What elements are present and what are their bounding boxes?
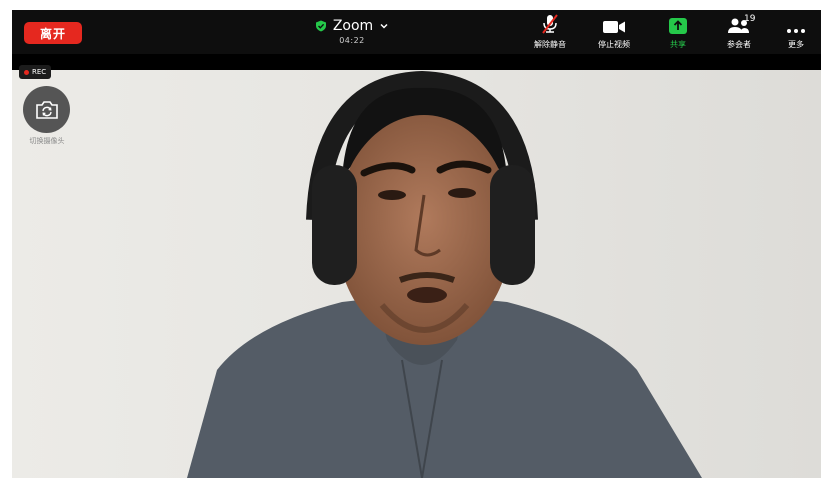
stop-video-label: 停止视频 [598,40,630,49]
more-button[interactable]: 更多 [772,16,820,50]
rec-label: REC [32,68,47,76]
shield-check-icon [315,20,326,32]
meeting-title: Zoom [332,18,374,34]
camera-switch-icon [35,100,58,119]
mic-muted-icon [542,14,558,34]
more-dots-icon [787,29,805,33]
meeting-info[interactable]: Zoom 04:22 [262,18,442,45]
stop-video-button[interactable]: 停止视频 [590,16,638,50]
share-label: 共享 [670,40,686,49]
meeting-window: 离开 Zoom 04:22 解除静音 停止视频 共享 19 参会者 更多 REC… [12,10,821,478]
video-feed [12,70,821,478]
video-camera-icon [603,21,625,33]
meeting-toolbar: 离开 Zoom 04:22 解除静音 停止视频 共享 19 参会者 更多 [12,10,821,54]
unmute-button[interactable]: 解除静音 [526,14,574,50]
unmute-label: 解除静音 [534,40,566,49]
more-label: 更多 [788,40,804,49]
participant-video [12,70,821,478]
share-arrow-icon [669,18,687,34]
participants-count: 19 [744,14,756,24]
switch-camera-button[interactable] [23,86,70,133]
recording-badge: REC [19,65,52,79]
meeting-timer: 04:22 [339,36,365,45]
switch-camera-label: 切换摄像头 [29,137,65,145]
leave-button[interactable]: 离开 [24,22,82,44]
participants-button[interactable]: 19 参会者 [715,14,763,50]
participants-label: 参会者 [727,40,751,49]
share-button[interactable]: 共享 [654,16,702,50]
chevron-down-icon [380,23,388,29]
rec-dot-icon [24,69,29,75]
